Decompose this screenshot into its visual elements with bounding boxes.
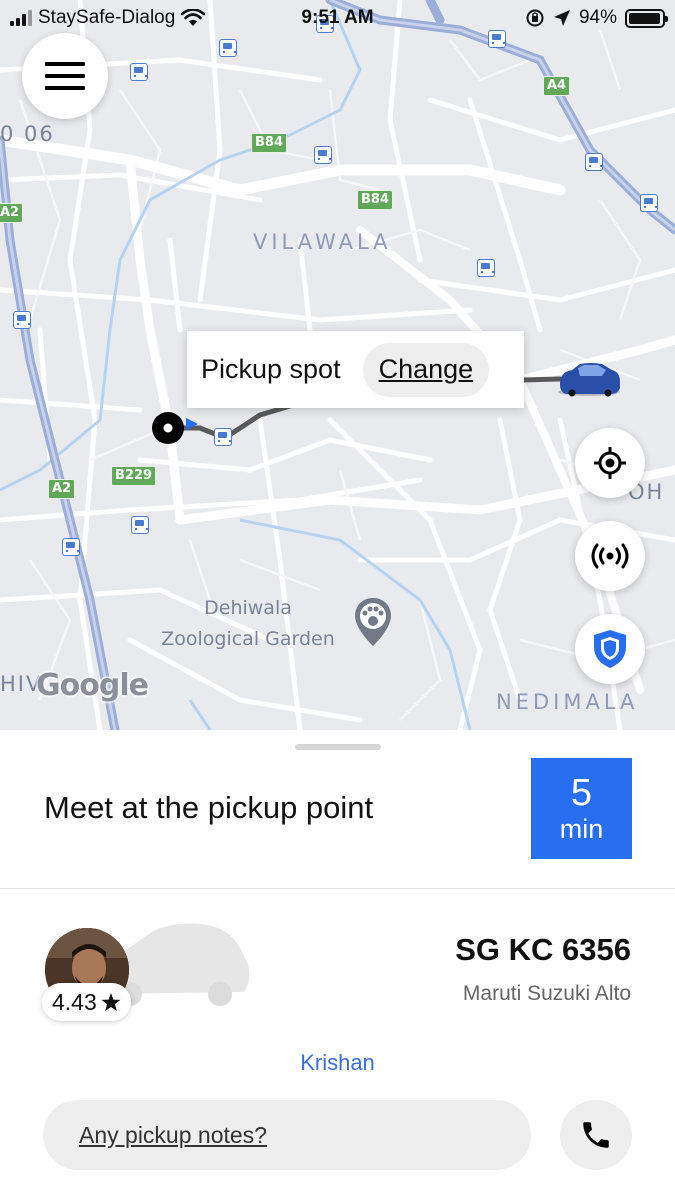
bus-stop-icon <box>13 311 31 329</box>
recenter-location-button[interactable] <box>575 428 645 498</box>
bus-stop-icon <box>131 516 149 534</box>
hamburger-icon <box>45 62 85 66</box>
eta-badge: 5 min <box>531 758 632 859</box>
driver-rating: 4.43 <box>42 983 131 1021</box>
trip-details-sheet: Meet at the pickup point 5 min 4.43 SG K… <box>0 730 675 1200</box>
eta-unit: min <box>559 814 604 844</box>
divider <box>0 888 675 889</box>
orientation-lock-icon <box>526 9 544 27</box>
trip-status-title: Meet at the pickup point <box>44 790 374 825</box>
road-shield-a4: A4 <box>543 76 571 96</box>
safety-toolkit-button[interactable] <box>575 614 645 684</box>
bus-stop-icon <box>314 146 332 164</box>
bus-stop-icon <box>585 153 603 171</box>
bus-stop-icon <box>62 538 80 556</box>
road-shield-b84: B84 <box>357 190 393 210</box>
star-icon <box>101 992 121 1011</box>
bus-stop-icon <box>130 63 148 81</box>
bus-stop-icon <box>477 259 495 277</box>
bus-stop-icon <box>214 428 232 446</box>
menu-button[interactable] <box>22 33 108 119</box>
pickup-notes-input[interactable]: Any pickup notes? <box>43 1100 531 1170</box>
battery-percent: 94% <box>578 7 617 28</box>
google-logo: Google <box>36 668 149 703</box>
call-driver-button[interactable] <box>560 1100 632 1170</box>
status-bar: StaySafe-Dialog 9:51 AM 94% <box>0 0 675 38</box>
poi-label-line2: Zoological Garden <box>161 628 335 650</box>
eta-value: 5 <box>570 772 593 814</box>
rating-value: 4.43 <box>52 988 97 1015</box>
bus-stop-icon <box>219 39 237 57</box>
change-pickup-button[interactable]: Change <box>362 342 490 397</box>
battery-icon <box>625 8 668 28</box>
share-trip-status-button[interactable] <box>575 521 645 591</box>
shield-icon <box>594 630 626 668</box>
car-model: Maruti Suzuki Alto <box>462 982 631 1005</box>
road-shield-b84: B84 <box>251 133 287 153</box>
broadcast-icon <box>591 543 629 569</box>
poi-label-line1: Dehiwala <box>204 597 292 619</box>
pickup-spot-label: Pickup spot <box>201 354 341 384</box>
area-label-vilawala: VILAWALA <box>253 230 392 254</box>
poi-label-zoo[interactable]: Dehiwala Zoological Garden <box>140 593 356 655</box>
bus-stop-icon <box>640 194 658 212</box>
driver-name-link[interactable]: Krishan <box>0 1050 675 1076</box>
crosshair-icon <box>594 447 626 479</box>
road-shield-b229: B229 <box>111 466 157 486</box>
road-shield-a2: A2 <box>0 203 24 223</box>
pickup-spot-callout: Pickup spot Change <box>187 331 524 408</box>
phone-icon <box>583 1122 609 1148</box>
sheet-grabber-handle[interactable] <box>295 744 381 750</box>
location-arrow-icon <box>553 10 570 26</box>
road-shield-a2: A2 <box>48 479 76 499</box>
area-label-edge-top-left: 0 06 <box>0 122 55 146</box>
license-plate: SG KC 6356 <box>455 932 631 967</box>
area-label-nedimala: NEDIMALA <box>496 690 639 714</box>
